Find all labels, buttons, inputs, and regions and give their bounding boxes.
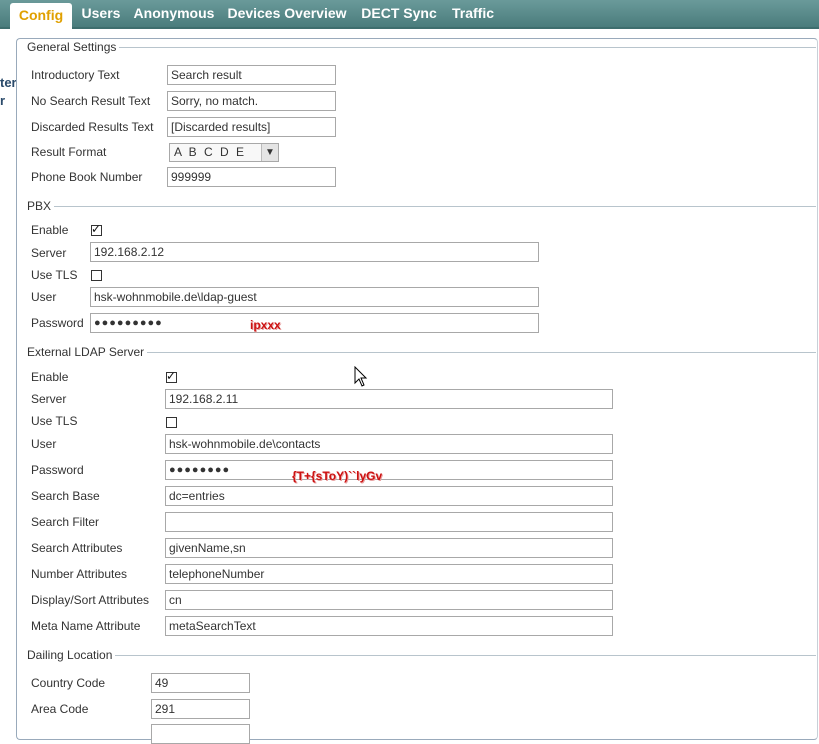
discarded-field[interactable]: [Discarded results]	[167, 117, 336, 137]
pbx-tls-label: Use TLS	[31, 268, 78, 282]
display-sort-label: Display/Sort Attributes	[31, 593, 150, 607]
ldap-user-label: User	[31, 437, 57, 451]
pbx-password-annotation: ipxxx	[250, 318, 281, 332]
search-attributes-label: Search Attributes	[31, 541, 123, 555]
ldap-user-field[interactable]: hsk-wohnmobile.de\contacts	[165, 434, 613, 454]
search-base-field[interactable]: dc=entries	[165, 486, 613, 506]
phonebook-number-label: Phone Book Number	[31, 170, 143, 184]
meta-name-label: Meta Name Attribute	[31, 619, 141, 633]
pbx-legend: PBX	[24, 199, 55, 213]
display-sort-field[interactable]: cn	[165, 590, 613, 610]
pbx-enable-label: Enable	[31, 223, 69, 237]
search-attributes-field[interactable]: givenName,sn	[165, 538, 613, 558]
country-code-field[interactable]: 49	[151, 673, 250, 693]
result-format-value: A B C D E	[174, 145, 247, 159]
no-result-label: No Search Result Text	[31, 94, 151, 108]
search-filter-label: Search Filter	[31, 515, 100, 529]
tab-anonymous[interactable]: Anonymous	[132, 0, 216, 27]
tab-bar: Config Users Anonymous Devices Overview …	[0, 0, 819, 29]
ldap-password-label: Password	[31, 463, 84, 477]
tab-dect-sync[interactable]: DECT Sync	[358, 0, 440, 27]
search-filter-field[interactable]	[165, 512, 613, 532]
ldap-server-field[interactable]: 192.168.2.11	[165, 389, 613, 409]
pbx-tls-checkbox[interactable]	[91, 270, 102, 281]
country-code-label: Country Code	[31, 676, 106, 690]
intro-text-field[interactable]: Search result	[167, 65, 336, 85]
pbx-server-field[interactable]: 192.168.2.12	[90, 242, 539, 262]
general-settings-legend: General Settings	[24, 40, 120, 54]
phonebook-number-field[interactable]: 999999	[167, 167, 336, 187]
search-base-label: Search Base	[31, 489, 100, 503]
result-format-label: Result Format	[31, 145, 107, 159]
checkmark-icon: ✓	[166, 369, 177, 383]
discarded-label: Discarded Results Text	[31, 120, 154, 134]
dialing-location-legend: Dailing Location	[24, 648, 116, 662]
meta-name-field[interactable]: metaSearchText	[165, 616, 613, 636]
pbx-server-label: Server	[31, 246, 67, 260]
ldap-enable-label: Enable	[31, 370, 69, 384]
pbx-user-field[interactable]: hsk-wohnmobile.de\ldap-guest	[90, 287, 539, 307]
intro-text-label: Introductory Text	[31, 68, 120, 82]
left-nav-fragment-2[interactable]: r	[0, 93, 5, 108]
number-attributes-label: Number Attributes	[31, 567, 128, 581]
ldap-server-label: Server	[31, 392, 67, 406]
ldap-password-annotation: {T+{sToY)``lyGv	[292, 469, 383, 483]
chevron-down-icon[interactable]: ▼	[261, 144, 278, 161]
tab-config[interactable]: Config	[10, 3, 72, 29]
ldap-password-field[interactable]: ●●●●●●●●	[165, 460, 613, 480]
mouse-cursor-icon	[354, 366, 368, 387]
pbx-password-label: Password	[31, 316, 84, 330]
tab-traffic[interactable]: Traffic	[448, 0, 498, 27]
pbx-enable-checkbox[interactable]: ✓	[91, 222, 102, 236]
number-attributes-field[interactable]: telephoneNumber	[165, 564, 613, 584]
pbx-user-label: User	[31, 290, 57, 304]
ldap-legend: External LDAP Server	[24, 345, 148, 359]
tab-devices-overview[interactable]: Devices Overview	[225, 0, 349, 27]
area-code-field[interactable]: 291	[151, 699, 250, 719]
pbx-password-field[interactable]: ●●●●●●●●●	[90, 313, 539, 333]
ldap-enable-checkbox[interactable]: ✓	[166, 369, 177, 383]
result-format-select[interactable]: A B C D E ▼	[169, 143, 279, 162]
checkmark-icon: ✓	[91, 222, 102, 236]
ldap-tls-label: Use TLS	[31, 414, 78, 428]
area-code-label: Area Code	[31, 702, 89, 716]
no-result-field[interactable]: Sorry, no match.	[167, 91, 336, 111]
next-field[interactable]	[151, 724, 250, 744]
tab-users[interactable]: Users	[78, 0, 124, 27]
left-nav-fragment-1[interactable]: ter	[0, 75, 17, 90]
ldap-tls-checkbox[interactable]	[166, 417, 177, 428]
